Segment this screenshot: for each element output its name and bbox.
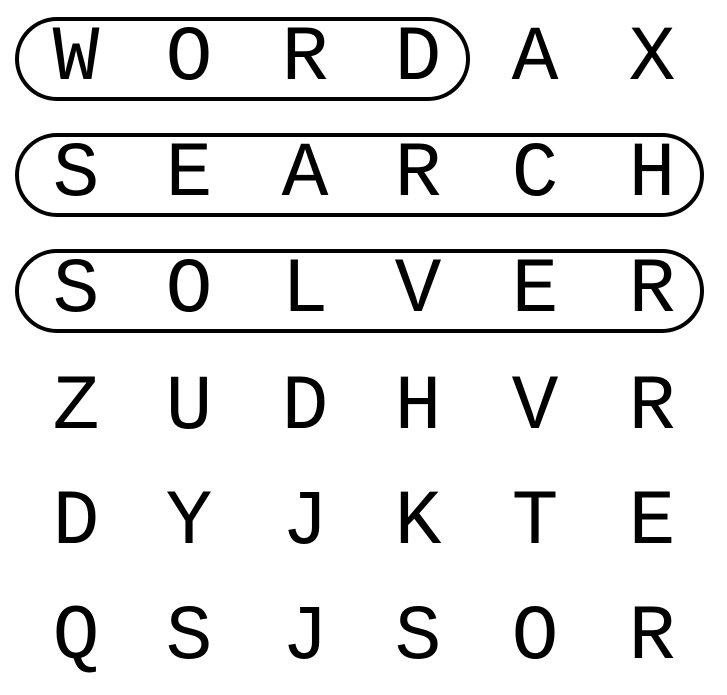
grid-letter-r2-c1[interactable]: S: [31, 125, 121, 225]
grid-letter-r1-c1[interactable]: W: [31, 9, 121, 109]
grid-letter-r4-c1[interactable]: Z: [31, 358, 121, 458]
grid-letter-r3-c2[interactable]: O: [144, 241, 234, 341]
grid-letter-r6-c4[interactable]: S: [373, 588, 463, 688]
grid-letter-r4-c6[interactable]: R: [607, 358, 697, 458]
grid-letter-r2-c2[interactable]: E: [144, 125, 234, 225]
grid-letter-r5-c4[interactable]: K: [373, 473, 463, 573]
grid-letter-r3-c3[interactable]: L: [260, 241, 350, 341]
grid-letter-r1-c3[interactable]: R: [260, 9, 350, 109]
grid-letter-r5-c6[interactable]: E: [607, 473, 697, 573]
word-search-grid: WORDAXSEARCHSOLVERZUDHVRDYJKTEQSJSOR: [0, 0, 727, 695]
grid-letter-r2-c5[interactable]: C: [490, 125, 580, 225]
grid-letter-r2-c6[interactable]: H: [607, 125, 697, 225]
grid-letter-r3-c5[interactable]: E: [490, 241, 580, 341]
grid-letter-r3-c4[interactable]: V: [373, 241, 463, 341]
grid-letter-r5-c2[interactable]: Y: [144, 473, 234, 573]
grid-letter-r4-c2[interactable]: U: [144, 358, 234, 458]
grid-letter-r6-c2[interactable]: S: [144, 588, 234, 688]
grid-letter-r4-c4[interactable]: H: [373, 358, 463, 458]
grid-letter-r1-c6[interactable]: X: [607, 9, 697, 109]
grid-letter-r2-c4[interactable]: R: [373, 125, 463, 225]
grid-letter-r6-c3[interactable]: J: [260, 588, 350, 688]
grid-letter-r5-c5[interactable]: T: [490, 473, 580, 573]
grid-letter-r6-c6[interactable]: R: [607, 588, 697, 688]
grid-letter-r5-c3[interactable]: J: [260, 473, 350, 573]
grid-letter-r1-c5[interactable]: A: [490, 9, 580, 109]
grid-letter-r1-c4[interactable]: D: [373, 9, 463, 109]
grid-letter-r6-c1[interactable]: Q: [31, 588, 121, 688]
grid-letter-r3-c1[interactable]: S: [31, 241, 121, 341]
grid-letter-r5-c1[interactable]: D: [31, 473, 121, 573]
grid-letter-r4-c3[interactable]: D: [260, 358, 350, 458]
grid-letter-r4-c5[interactable]: V: [490, 358, 580, 458]
grid-letter-r1-c2[interactable]: O: [144, 9, 234, 109]
grid-letter-r6-c5[interactable]: O: [490, 588, 580, 688]
grid-letter-r3-c6[interactable]: R: [607, 241, 697, 341]
grid-letter-r2-c3[interactable]: A: [260, 125, 350, 225]
